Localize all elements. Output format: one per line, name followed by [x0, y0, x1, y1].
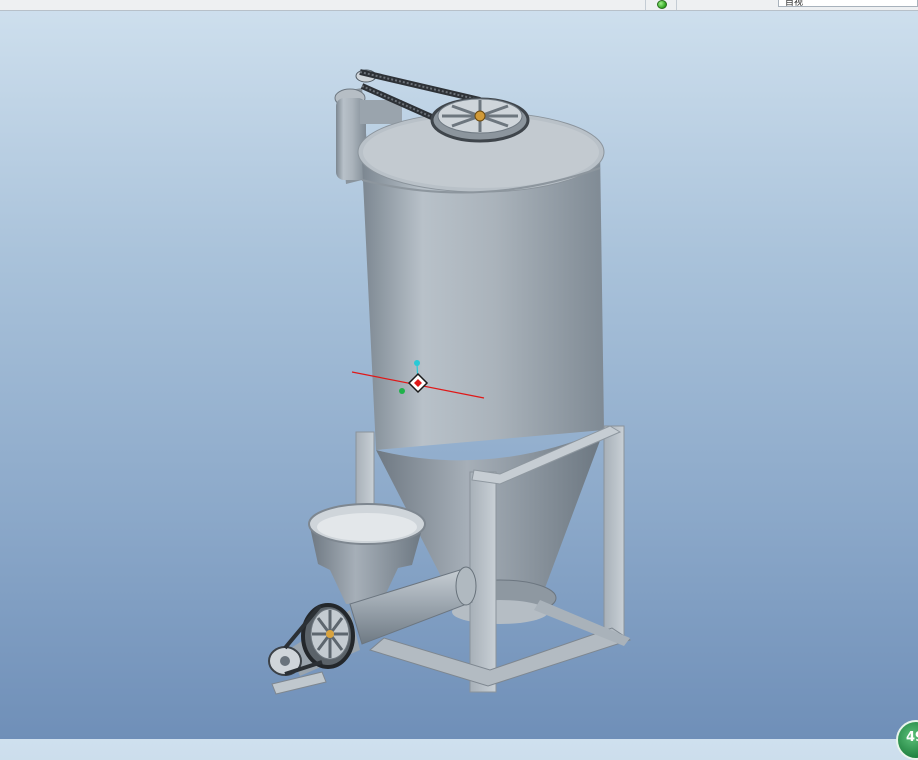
status-light-icon[interactable]: [657, 0, 667, 9]
toolbar-separator: [676, 0, 677, 10]
csys-z-handle-icon[interactable]: [414, 360, 420, 366]
top-toolbar: 目视: [0, 0, 918, 11]
graphics-viewport[interactable]: 49: [0, 11, 918, 760]
csys-y-handle-icon[interactable]: [399, 388, 405, 394]
toolbar-separator: [645, 0, 646, 10]
model-canvas[interactable]: [0, 11, 918, 739]
selection-filter-dropdown[interactable]: 目视: [778, 0, 918, 7]
